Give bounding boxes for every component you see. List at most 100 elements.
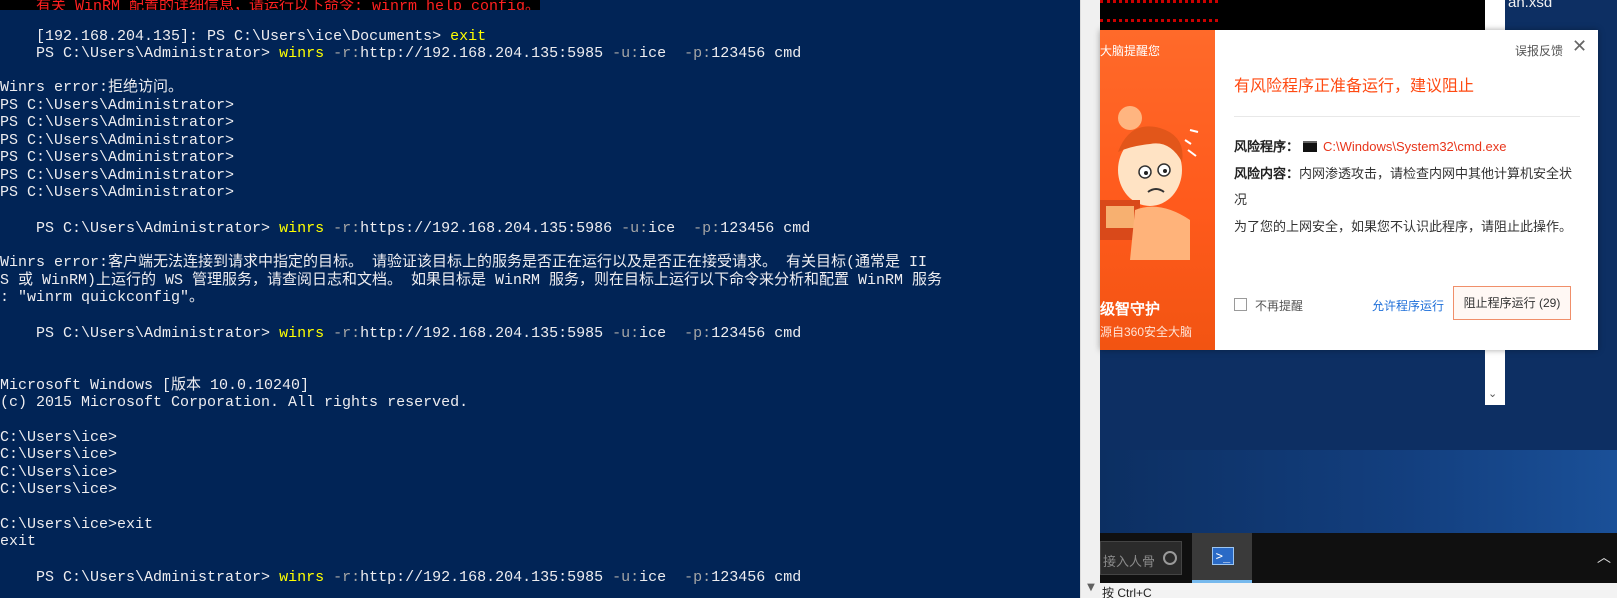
console-text: PS C:\Users\Administrator> — [0, 167, 235, 184]
popup-content: 误报反馈 ✕ 有风险程序正准备运行，建议阻止 风险程序： C:\Windows\S… — [1215, 30, 1598, 350]
param-value: ice — [639, 325, 685, 342]
popup-brand-panel: 大脑提醒您 级智守护 源自360安全大脑 — [1100, 30, 1215, 350]
param-flag: -p: — [684, 325, 712, 342]
background-terminal-window — [1100, 0, 1485, 30]
console-line-exit-remote: [192.168.204.135]: PS C:\Users\ice\Docum… — [0, 10, 486, 45]
bottom-hint-text: 按 Ctrl+C — [1102, 586, 1152, 598]
console-text: C:\Users\ice> — [0, 429, 118, 446]
console-text: C:\Users\ice> — [0, 464, 118, 481]
param-value: ice — [639, 569, 685, 586]
background-red-text — [1100, 0, 1218, 22]
param-flag: -u: — [603, 325, 640, 342]
taskbar: 接入人骨 >_ ︿ — [1100, 533, 1617, 583]
console-text: (c) 2015 Microsoft Corporation. All righ… — [0, 394, 469, 411]
warning-title: 有风险程序正准备运行，建议阻止 — [1234, 78, 1475, 95]
console-text: PS C:\Users\Administrator> — [0, 184, 235, 201]
console-line-cmd-prompt: C:\Users\ice> — [0, 446, 117, 464]
console-scrollbar[interactable]: ▼ — [1080, 0, 1100, 598]
console-text: C:\Users\ice> — [0, 446, 118, 463]
bottom-hint-bar: 按 Ctrl+C — [1100, 583, 1617, 598]
console-line-error-connect: S 或 WinRM)上运行的 WS 管理服务，请查阅日志和文档。 如果目标是 W… — [0, 272, 942, 290]
console-line-copyright: (c) 2015 Microsoft Corporation. All righ… — [0, 394, 468, 412]
console-text: PS C:\Users\Administrator> — [0, 149, 235, 166]
close-icon[interactable]: ✕ — [1572, 36, 1587, 57]
security-alert-popup: 大脑提醒您 级智守护 源自360安全大脑 误报反馈 ✕ 有风险程序正准备运行，建… — [1100, 30, 1598, 350]
brand-title: 级智守护 — [1100, 301, 1161, 318]
prompt: PS C:\Users\Administrator> — [36, 220, 280, 237]
param-flag: -r: — [324, 220, 361, 237]
no-remind-label[interactable]: 不再提醒 — [1255, 297, 1303, 314]
param-value: ice — [639, 45, 685, 62]
console-text: Winrs error:拒绝访问。 — [0, 79, 184, 96]
risk-content-label: 风险内容： — [1234, 166, 1300, 181]
console-text: C:\Users\ice> — [0, 481, 118, 498]
param-value: 123456 cmd — [711, 569, 802, 586]
param-flag: -p: — [693, 220, 721, 237]
console-text: PS C:\Users\Administrator> — [0, 114, 235, 131]
param-value: https://192.168.204.135:5986 — [360, 220, 613, 237]
block-program-button[interactable]: 阻止程序运行 (29) — [1453, 286, 1571, 320]
taskbar-search-box[interactable]: 接入人骨 — [1100, 541, 1182, 575]
console-text: : "winrm quickconfig"。 — [0, 289, 205, 306]
console-line-prompt: PS C:\Users\Administrator> — [0, 132, 234, 150]
param-value: 123456 cmd — [711, 325, 802, 342]
console-text: Microsoft Windows [版本 10.0.10240] — [0, 377, 310, 394]
taskbar-powershell-button[interactable]: >_ — [1192, 533, 1252, 583]
console-line-prompt: PS C:\Users\Administrator> — [0, 184, 234, 202]
console-line-cmd-prompt: C:\Users\ice> — [0, 429, 117, 447]
console-line-windows-version: Microsoft Windows [版本 10.0.10240] — [0, 377, 309, 395]
report-false-positive-link[interactable]: 误报反馈 — [1515, 42, 1563, 59]
param-flag: -u: — [603, 45, 640, 62]
security-advice: 为了您的上网安全，如果您不认识此程序，请阻止此操作。 — [1234, 219, 1573, 234]
console-line-cmd-prompt: C:\Users\ice> — [0, 481, 117, 499]
no-remind-checkbox[interactable] — [1234, 298, 1247, 311]
console-text: Winrs error:客户端无法连接到请求中指定的目标。 请验证该目标上的服务… — [0, 254, 928, 271]
risk-content-continued: 况 — [1234, 192, 1248, 207]
console-line-error-connect: : "winrm quickconfig"。 — [0, 289, 204, 307]
param-value: http://192.168.204.135:5985 — [360, 325, 604, 342]
risk-program-row: 风险程序： C:\Windows\System32\cmd.exe — [1234, 136, 1507, 155]
chevron-up-icon[interactable]: ︿ — [1597, 547, 1611, 567]
param-value: http://192.168.204.135:5985 — [360, 45, 604, 62]
param-value: ice — [648, 220, 694, 237]
console-line-prompt: PS C:\Users\Administrator> — [0, 97, 234, 115]
worried-character-illustration — [1100, 106, 1199, 260]
console-line-winrs-cmd: PS C:\Users\Administrator> winrs -r:http… — [0, 27, 801, 62]
risk-content-text: 内网渗透攻击，请检查内网中其他计算机安全状 — [1299, 166, 1573, 181]
allow-program-button[interactable]: 允许程序运行 — [1372, 297, 1444, 314]
console-text: PS C:\Users\Administrator> — [0, 132, 235, 149]
param-value: http://192.168.204.135:5985 — [360, 569, 604, 586]
command: winrs — [279, 45, 325, 62]
prompt: PS C:\Users\Administrator> — [36, 45, 280, 62]
powershell-console[interactable]: 有关 WinRM 配置的详细信息，请运行以下命令: winrm help con… — [0, 0, 1080, 598]
param-flag: -r: — [324, 569, 361, 586]
powershell-icon: >_ — [1212, 547, 1234, 565]
risk-program-label: 风险程序： — [1234, 139, 1300, 154]
console-line-cmd-exit: C:\Users\ice>exit — [0, 516, 153, 534]
chevron-down-icon[interactable]: ⌄ — [1488, 387, 1497, 400]
param-value: 123456 cmd — [711, 45, 802, 62]
console-text: C:\Users\ice>exit — [0, 516, 154, 533]
param-flag: -p: — [684, 569, 712, 586]
search-icon — [1163, 551, 1177, 565]
console-line-winrs-cmd: PS C:\Users\Administrator> winrs -r:http… — [0, 551, 801, 586]
console-line-cmd-prompt: C:\Users\ice> — [0, 464, 117, 482]
console-line-error-denied: Winrs error:拒绝访问。 — [0, 79, 183, 97]
console-line-winrs-cmd: PS C:\Users\Administrator> winrs -r:http… — [0, 202, 810, 237]
command: winrs — [279, 569, 325, 586]
param-flag: -p: — [684, 45, 712, 62]
command: winrs — [279, 325, 325, 342]
scroll-down-icon[interactable]: ▼ — [1085, 582, 1097, 594]
console-line-prompt: PS C:\Users\Administrator> — [0, 149, 234, 167]
command: winrs — [279, 220, 325, 237]
background-filename: an.xsd — [1508, 0, 1553, 11]
brand-subtitle: 源自360安全大脑 — [1100, 325, 1193, 339]
risk-program-path: C:\Windows\System32\cmd.exe — [1323, 139, 1507, 154]
console-line-prompt: PS C:\Users\Administrator> — [0, 114, 234, 132]
console-text: 有关 WinRM 配置的详细信息，请运行以下命令: winrm help con… — [36, 0, 541, 10]
desktop-wallpaper — [1100, 450, 1617, 533]
brand-reminder-text: 大脑提醒您 — [1100, 44, 1161, 58]
search-placeholder: 接入人骨 — [1103, 554, 1156, 569]
param-value: 123456 cmd — [720, 220, 811, 237]
console-text: exit — [0, 533, 37, 550]
